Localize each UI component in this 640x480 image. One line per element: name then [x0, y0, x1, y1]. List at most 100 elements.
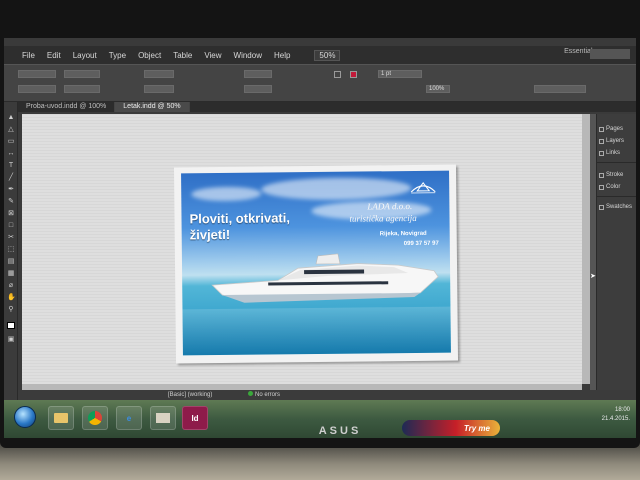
- panel-swatches[interactable]: Swatches: [599, 202, 632, 212]
- headline-line-2: živjeti!: [189, 226, 231, 243]
- panel-dock: Pages Layers Links Stroke Color Swatches: [596, 114, 636, 390]
- panel-links[interactable]: Links: [599, 148, 620, 158]
- menu-object[interactable]: Object: [138, 51, 161, 60]
- indesign-icon: Id: [191, 413, 199, 423]
- panel-divider: [597, 196, 636, 197]
- eyedropper-tool-icon[interactable]: ⌀: [7, 282, 15, 289]
- document-page[interactable]: Ploviti, otkrivati, živjeti! LADA d.o.o.…: [173, 164, 459, 364]
- folder-icon: [54, 413, 68, 423]
- height-field[interactable]: [64, 85, 100, 93]
- gradient-tool-icon[interactable]: ▤: [7, 258, 15, 265]
- preflight-status[interactable]: No errors: [248, 390, 280, 400]
- object-style-select[interactable]: [534, 85, 586, 93]
- help-search-input[interactable]: [590, 49, 630, 59]
- cloud-shape: [261, 176, 412, 201]
- shear-field[interactable]: [244, 85, 272, 93]
- direct-selection-tool-icon[interactable]: △: [7, 126, 15, 133]
- panel-divider: [597, 162, 636, 163]
- type-tool-icon[interactable]: T: [7, 162, 15, 169]
- vertical-scrollbar[interactable]: [582, 114, 590, 384]
- start-button[interactable]: [14, 406, 36, 428]
- menu-layout[interactable]: Layout: [73, 51, 97, 60]
- explorer2-taskbar-icon[interactable]: [150, 406, 176, 430]
- monitor-sticker: Try me: [402, 420, 500, 436]
- menu-view[interactable]: View: [204, 51, 221, 60]
- rectangle-tool-icon[interactable]: □: [7, 222, 15, 229]
- status-style[interactable]: [Basic] (working): [168, 390, 212, 400]
- company-address: Rijeka, Novigrad: [379, 230, 427, 238]
- panel-label: Layers: [606, 138, 625, 144]
- panel-layers[interactable]: Layers: [599, 136, 624, 146]
- system-tray[interactable]: 18:00 21.4.2015.: [602, 406, 630, 424]
- monitor-brand-logo: ASUS: [318, 425, 362, 437]
- panel-label: Swatches: [606, 204, 633, 210]
- width-field[interactable]: [64, 70, 100, 78]
- headline-line-1: Ploviti, otkrivati,: [189, 210, 291, 227]
- zoom-tool-icon[interactable]: ⚲: [7, 306, 15, 313]
- scale-y-field[interactable]: [144, 85, 174, 93]
- sea-reflection: [182, 306, 451, 356]
- preflight-ok-icon: [248, 391, 253, 396]
- gap-tool-icon[interactable]: ↔: [7, 150, 15, 157]
- color-icon: [599, 184, 604, 190]
- internet-explorer-icon: e: [126, 413, 132, 423]
- panel-color[interactable]: Color: [599, 182, 620, 192]
- tab-proba[interactable]: Proba-uvod.indd @ 100%: [18, 102, 116, 112]
- panel-label: Color: [606, 184, 621, 190]
- scissors-tool-icon[interactable]: ✂: [7, 234, 15, 241]
- links-icon: [599, 150, 604, 156]
- page-tool-icon[interactable]: ▭: [7, 138, 15, 145]
- rotation-field[interactable]: [244, 70, 272, 78]
- chrome-taskbar-icon[interactable]: [82, 406, 108, 430]
- cloud-shape: [191, 186, 262, 202]
- document-tabs: Proba-uvod.indd @ 100% Letak.indd @ 50%: [18, 102, 636, 112]
- y-position-field[interactable]: [18, 85, 56, 93]
- tab-letak[interactable]: Letak.indd @ 50%: [115, 102, 190, 112]
- explorer-taskbar-icon[interactable]: [48, 406, 74, 430]
- company-phone: 099 37 57 97: [403, 240, 439, 248]
- flyer-headline: Ploviti, otkrivati, živjeti!: [189, 210, 319, 243]
- status-bar: [Basic] (working) No errors: [18, 390, 636, 400]
- company-name: LADA d.o.o.: [367, 200, 413, 212]
- panel-label: Stroke: [606, 172, 624, 178]
- x-position-field[interactable]: [18, 70, 56, 78]
- yacht-image: [211, 253, 439, 303]
- line-tool-icon[interactable]: ╱: [7, 174, 15, 181]
- menu-type[interactable]: Type: [109, 51, 126, 60]
- pages-icon: [599, 126, 604, 132]
- rectangle-frame-tool-icon[interactable]: ⊠: [7, 210, 15, 217]
- menu-help[interactable]: Help: [274, 51, 290, 60]
- opacity-field[interactable]: 100%: [426, 85, 450, 93]
- fill-swatch-icon[interactable]: [334, 71, 341, 78]
- menu-window[interactable]: Window: [234, 51, 262, 60]
- free-transform-tool-icon[interactable]: ⬚: [7, 246, 15, 253]
- hand-tool-icon[interactable]: ✋: [7, 294, 16, 301]
- indesign-taskbar-icon[interactable]: Id: [182, 406, 208, 430]
- menu-edit[interactable]: Edit: [47, 51, 61, 60]
- stroke-swatch-icon[interactable]: [350, 71, 357, 78]
- panel-stroke[interactable]: Stroke: [599, 170, 623, 180]
- stroke-weight-field[interactable]: 1 pt: [378, 70, 422, 78]
- note-tool-icon[interactable]: ▦: [7, 270, 15, 277]
- panel-label: Pages: [606, 126, 624, 132]
- control-panel: 1 pt 100%: [4, 64, 636, 102]
- chrome-icon: [88, 411, 102, 425]
- panel-pages[interactable]: Pages: [599, 124, 623, 134]
- clock-date: 21.4.2015.: [601, 416, 630, 422]
- scale-x-field[interactable]: [144, 70, 174, 78]
- fill-stroke-icon[interactable]: [7, 322, 15, 329]
- swatches-icon: [599, 204, 604, 210]
- pen-tool-icon[interactable]: ✒: [7, 186, 15, 193]
- ie-taskbar-icon[interactable]: e: [116, 406, 142, 430]
- menu-file[interactable]: File: [22, 51, 35, 60]
- clock-time: 18:00: [614, 407, 630, 413]
- selection-tool-icon[interactable]: ▲: [7, 114, 15, 121]
- lada-logo-icon: [410, 182, 436, 194]
- pencil-tool-icon[interactable]: ✎: [7, 198, 15, 205]
- flyer-artwork[interactable]: Ploviti, otkrivati, živjeti! LADA d.o.o.…: [181, 170, 451, 356]
- zoom-level-select[interactable]: 50%: [314, 49, 341, 61]
- panel-label: Links: [606, 150, 621, 156]
- view-mode-icon[interactable]: ▣: [7, 336, 15, 343]
- menu-table[interactable]: Table: [173, 51, 192, 60]
- layers-icon: [599, 138, 604, 144]
